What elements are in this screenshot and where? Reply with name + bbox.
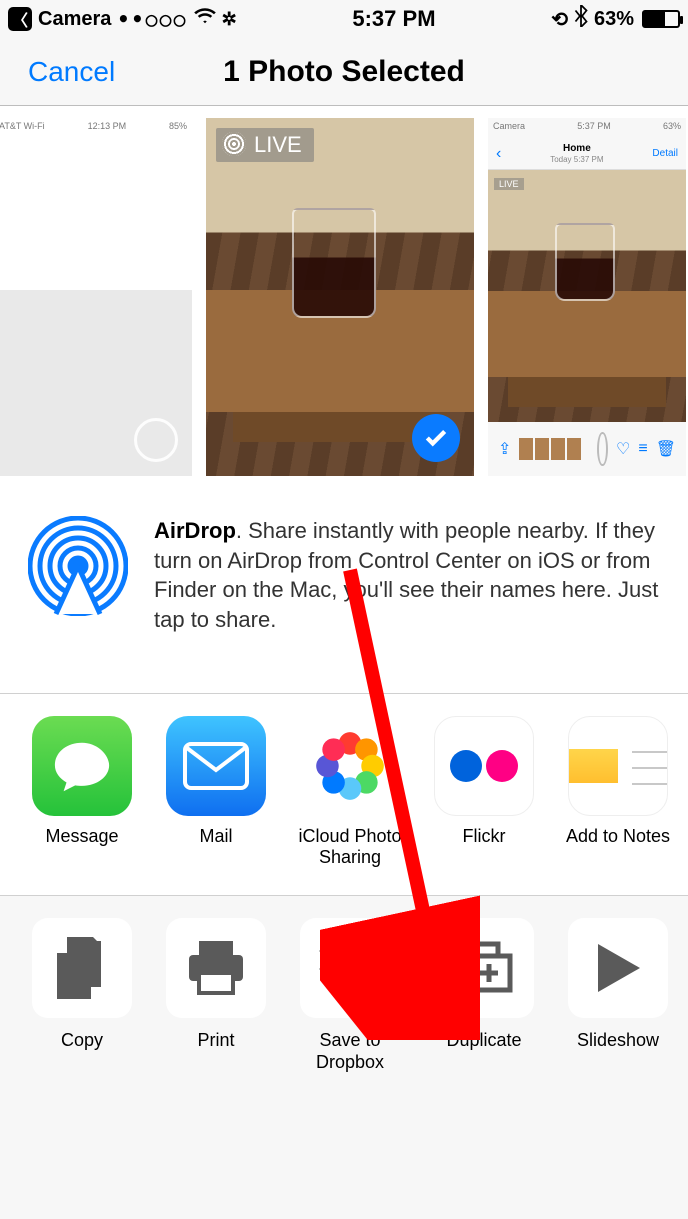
action-label: Copy xyxy=(26,1030,138,1052)
mini-toolbar: ⇪ ♡ ≡ 🗑 xyxy=(488,422,686,476)
print-icon xyxy=(166,918,266,1018)
notes-icon xyxy=(568,716,668,816)
share-app-icloud[interactable]: iCloud Photo Sharing xyxy=(294,716,406,869)
trash-icon: 🗑 xyxy=(656,439,676,459)
live-badge: LIVE xyxy=(494,178,524,190)
action-print[interactable]: Print xyxy=(160,918,272,1073)
mini-nav: ‹ HomeToday 5:37 PM Detail xyxy=(488,138,686,170)
share-app-mail[interactable]: Mail xyxy=(160,716,272,869)
duplicate-icon xyxy=(434,918,534,1018)
app-label: iCloud Photo Sharing xyxy=(294,826,406,869)
back-app-label[interactable]: Camera xyxy=(38,8,111,31)
airdrop-section[interactable]: AirDrop. Share instantly with people nea… xyxy=(0,488,688,694)
actions-row[interactable]: Copy Print Save to Dropbox Duplicate Sli… xyxy=(0,896,688,1103)
copy-icon xyxy=(32,918,132,1018)
action-slideshow[interactable]: Slideshow xyxy=(562,918,674,1073)
page-title: 1 Photo Selected xyxy=(223,55,465,89)
app-label: Add to Notes xyxy=(562,826,674,848)
mini-status-bar: Camera 5:37 PM 63% xyxy=(488,118,686,138)
mini-status-bar: AT&T Wi-Fi 12:13 PM 85% xyxy=(0,118,192,138)
signal-dots: ••○○○ xyxy=(117,7,187,31)
dropbox-icon xyxy=(300,918,400,1018)
bluetooth-icon xyxy=(574,5,588,33)
live-badge: LIVE xyxy=(216,128,314,162)
loading-icon: ✲ xyxy=(222,9,237,30)
checkmark-icon[interactable] xyxy=(412,414,460,462)
sliders-icon: ≡ xyxy=(638,440,647,458)
status-left: 〈 Camera ••○○○ ✲ xyxy=(8,7,237,31)
cancel-button[interactable]: Cancel xyxy=(28,56,115,88)
action-dropbox[interactable]: Save to Dropbox xyxy=(294,918,406,1073)
play-icon xyxy=(568,918,668,1018)
action-label: Duplicate xyxy=(428,1030,540,1052)
wifi-icon xyxy=(194,7,216,31)
share-apps-row[interactable]: Message Mail iCloud Photo Sharing xyxy=(0,694,688,896)
message-icon xyxy=(32,716,132,816)
photo-strip[interactable]: AT&T Wi-Fi 12:13 PM 85% LIVE Camera 5:37… xyxy=(0,106,688,488)
app-label: Message xyxy=(26,826,138,848)
share-icon: ⇪ xyxy=(498,439,511,459)
selection-circle-icon[interactable] xyxy=(134,418,178,462)
mail-icon xyxy=(166,716,266,816)
back-chevron-icon[interactable]: 〈 xyxy=(8,7,32,31)
share-app-message[interactable]: Message xyxy=(26,716,138,869)
action-label: Print xyxy=(160,1030,272,1052)
share-app-notes[interactable]: Add to Notes xyxy=(562,716,674,869)
status-right: ⟲ 63% xyxy=(551,5,680,33)
photo-thumb[interactable]: AT&T Wi-Fi 12:13 PM 85% xyxy=(0,118,192,476)
heart-icon: ♡ xyxy=(616,439,630,459)
airdrop-icon xyxy=(28,516,128,635)
icloud-photo-icon xyxy=(300,716,400,816)
photo-thumb[interactable]: Camera 5:37 PM 63% ‹ HomeToday 5:37 PM D… xyxy=(488,118,686,476)
status-bar: 〈 Camera ••○○○ ✲ 5:37 PM ⟲ 63% xyxy=(0,0,688,38)
orientation-lock-icon: ⟲ xyxy=(551,7,568,32)
flickr-icon xyxy=(434,716,534,816)
status-time: 5:37 PM xyxy=(237,6,552,32)
share-app-flickr[interactable]: Flickr xyxy=(428,716,540,869)
airdrop-bold: AirDrop xyxy=(154,518,236,543)
app-label: Mail xyxy=(160,826,272,848)
battery-icon xyxy=(642,10,680,28)
action-copy[interactable]: Copy xyxy=(26,918,138,1073)
selection-circle-icon xyxy=(597,432,608,466)
app-label: Flickr xyxy=(428,826,540,848)
photo-thumb-selected[interactable]: LIVE xyxy=(206,118,474,476)
photo-content xyxy=(488,170,686,422)
action-label: Save to Dropbox xyxy=(294,1030,406,1073)
battery-percent: 63% xyxy=(594,8,634,31)
action-duplicate[interactable]: Duplicate xyxy=(428,918,540,1073)
nav-bar: Cancel 1 Photo Selected xyxy=(0,38,688,106)
action-label: Slideshow xyxy=(562,1030,674,1052)
airdrop-text: AirDrop. Share instantly with people nea… xyxy=(154,516,660,635)
